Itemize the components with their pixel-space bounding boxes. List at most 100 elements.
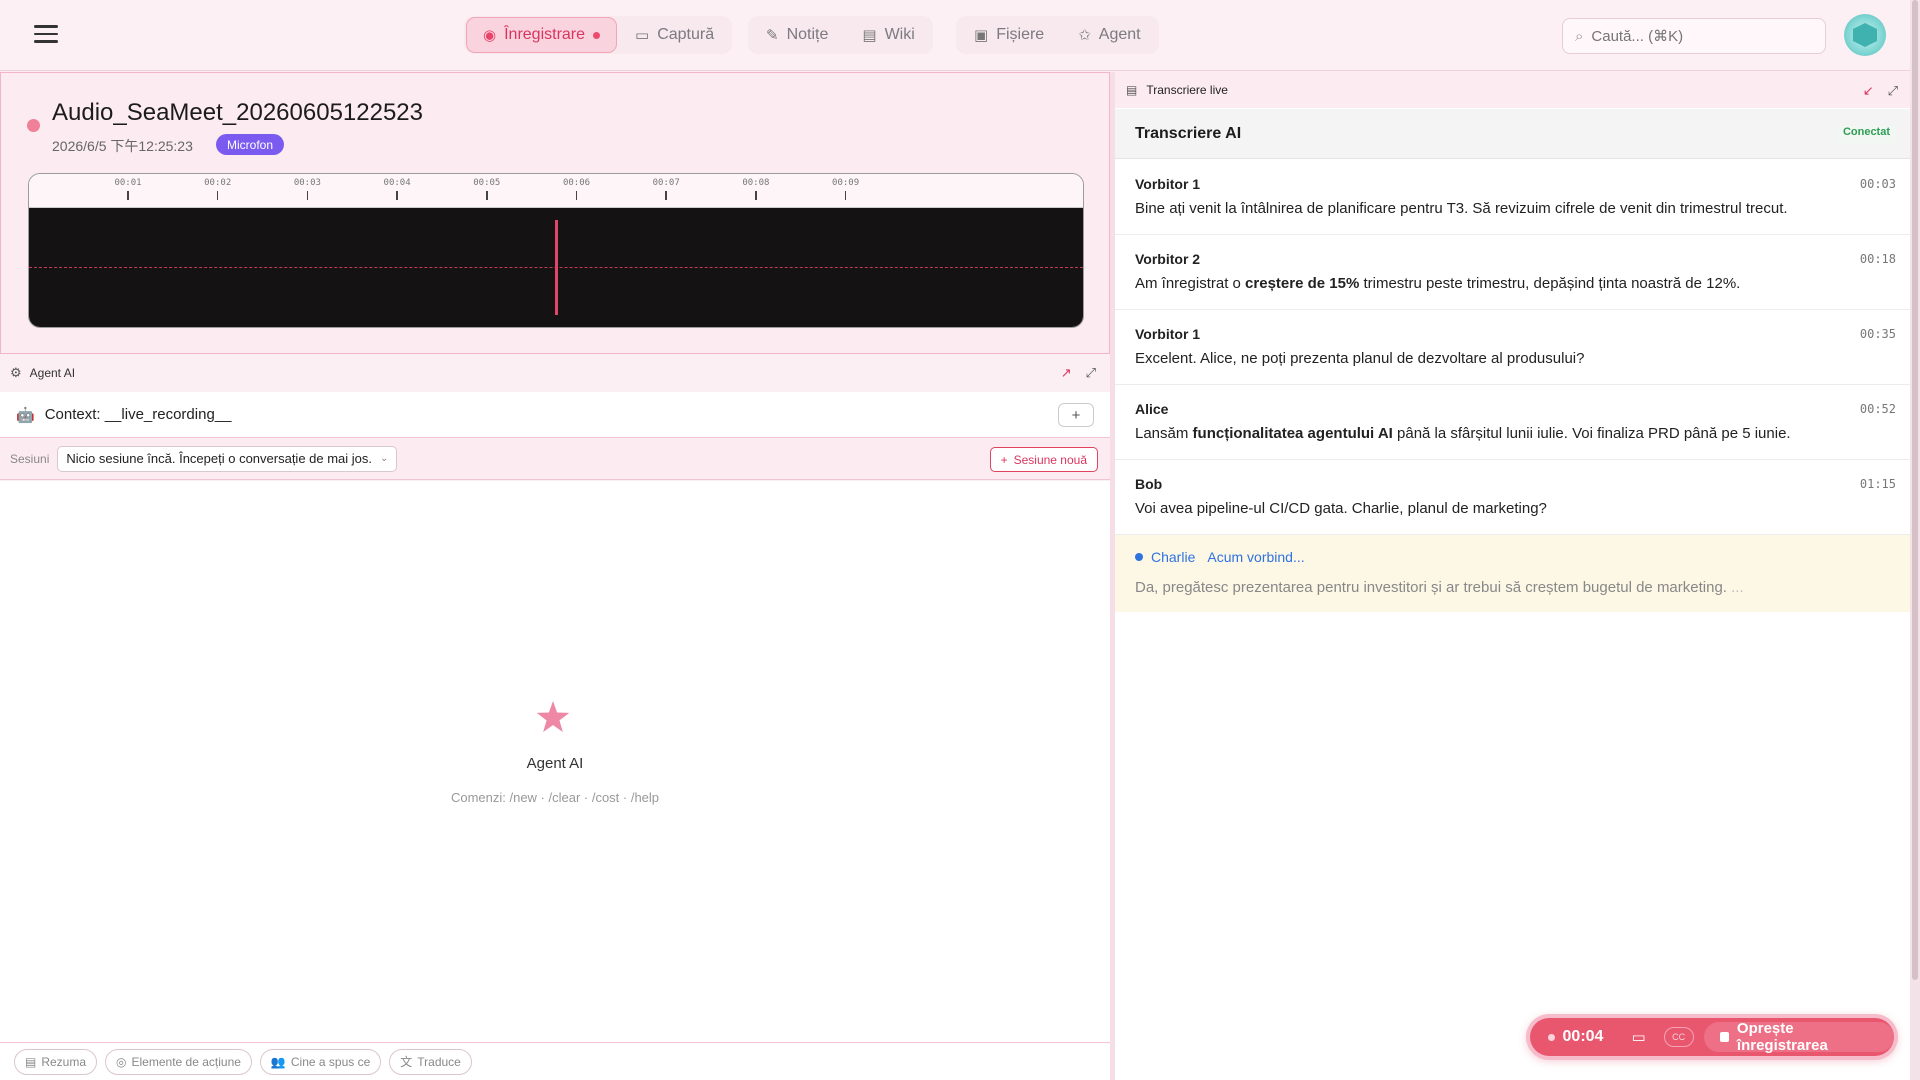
new-session-button[interactable]: + Sesiune nouă	[989, 447, 1098, 472]
transcript-panel-header: ▤ Transcriere live ↙ ⤢	[1115, 72, 1910, 108]
tab-files-label: Fișiere	[996, 26, 1045, 43]
summarize-button[interactable]: ▤ Rezuma	[14, 1048, 98, 1075]
waveform-timeline[interactable]: 00:01 00:02 00:03 00:04 00:05 00:06 00:07 00:08…	[28, 173, 1084, 328]
transcript-panel: ▤ Transcriere live ↙ ⤢ Transcriere AI Co…	[1115, 72, 1910, 1080]
transcript-icon: ▤	[1126, 83, 1138, 97]
live-text-content: Da, pregătesc prezentarea pentru investi…	[1135, 579, 1727, 596]
tab-wiki[interactable]: ▤ Wiki	[846, 17, 930, 53]
entry-timestamp: 00:03	[1859, 177, 1896, 191]
files-icon: ▣	[974, 27, 989, 44]
time-tick-label: 00:03	[293, 178, 321, 188]
minimize-icon[interactable]: ↙	[1863, 83, 1874, 99]
entry-timestamp: 00:52	[1859, 402, 1896, 416]
connection-status-badge: Conectat	[1836, 126, 1896, 144]
chevron-down-icon: ⌄	[380, 453, 389, 464]
time-tick-label: 00:08	[742, 178, 770, 188]
monitor-icon: ▭	[635, 27, 650, 44]
text-segment: până la sfârșitul lunii iulie. Voi final…	[1392, 425, 1791, 442]
time-tick-label: 00:06	[562, 178, 591, 188]
recording-dot	[1548, 1033, 1555, 1041]
entry-text: Voi avea pipeline-ul CI/CD gata. Charlie…	[1135, 500, 1890, 517]
tab-capture[interactable]: ▭ Captură	[619, 17, 730, 53]
tab-recording[interactable]: ◉ Înregistrare	[466, 17, 618, 53]
transcript-entry[interactable]: Alice 00:52 Lansăm funcționalitatea agentu…	[1115, 385, 1910, 460]
time-tick: 00:08	[726, 178, 786, 200]
live-speaker-name: Charlie	[1151, 549, 1196, 565]
agent-chat-area: Agent AI Comenzi: /new · /clear · /cost …	[0, 481, 1110, 1042]
time-tick: 00:05	[457, 178, 517, 200]
time-tick: 00:04	[367, 178, 427, 200]
speaking-dot	[1135, 553, 1143, 561]
app-logo-icon[interactable]	[1844, 14, 1886, 56]
text-segment: Lansăm	[1135, 425, 1193, 442]
time-tick-label: 00:04	[383, 178, 411, 188]
stop-recording-label: Oprește înregistrarea	[1736, 1020, 1828, 1054]
document-icon: ▤	[25, 1054, 37, 1069]
stop-recording-button[interactable]: Oprește înregistrarea	[1703, 1020, 1894, 1054]
transcript-entry[interactable]: Vorbitor 2 00:18 Am înregistrat o creștere…	[1115, 235, 1910, 310]
action-items-button[interactable]: ◎ Elemente de acțiune	[105, 1048, 252, 1075]
note-icon: ✎	[766, 27, 779, 44]
plus-icon: +	[1000, 452, 1008, 467]
transcript-entry[interactable]: Vorbitor 1 00:35 Excelent. Alice, ne poți …	[1115, 310, 1910, 385]
who-said-what-button[interactable]: 👥 Cine a spus ce	[259, 1048, 382, 1075]
time-tick: 00:06	[547, 178, 607, 200]
add-context-button[interactable]: +	[1058, 403, 1094, 427]
agent-panel-header: ⚙ Agent AI ↗ ⤢	[0, 355, 1110, 391]
speaker-name: Vorbitor 1	[1135, 176, 1201, 192]
tick-mark	[306, 191, 309, 200]
page-scrollbar[interactable]	[1910, 0, 1920, 1080]
text-segment: Excelent. Alice, ne poți prezenta planul…	[1135, 350, 1585, 367]
scrollbar-thumb[interactable]	[1912, 0, 1918, 980]
ai-transcript-title: Transcriere AI	[1135, 124, 1242, 142]
search-box[interactable]: ⌕	[1562, 18, 1826, 54]
nav-group-record: ◉ Înregistrare ▭ Captură	[464, 16, 733, 54]
sessions-label: Sesiuni	[10, 451, 50, 466]
tab-files[interactable]: ▣ Fișiere	[958, 17, 1060, 53]
tick-mark	[127, 191, 129, 200]
nav-group-files: ▣ Fișiere ✩ Agent	[956, 16, 1159, 54]
speaking-status: Acum vorbind...	[1207, 549, 1305, 565]
agent-icon: ✩	[1078, 27, 1091, 44]
popout-icon[interactable]: ↗	[1061, 365, 1072, 381]
speaker-name: Vorbitor 1	[1135, 326, 1201, 342]
agent-empty-title: Agent AI	[526, 755, 584, 772]
time-tick-label: 00:09	[832, 178, 860, 188]
tick-mark	[486, 191, 488, 200]
expand-icon[interactable]: ⤢	[1888, 83, 1898, 99]
speaker-name: Vorbitor 2	[1135, 251, 1201, 267]
time-tick: 00:02	[188, 178, 248, 200]
time-tick-label: 00:02	[204, 178, 232, 188]
summarize-label: Rezuma	[41, 1054, 87, 1069]
translate-label: Traduce	[417, 1054, 461, 1069]
entry-text: Bine ați venit la întâlnirea de planific…	[1135, 200, 1890, 217]
screen-icon[interactable]: ▭	[1631, 1028, 1645, 1046]
new-session-label: Sesiune nouă	[1013, 452, 1087, 467]
top-bar: ◉ Înregistrare ▭ Captură ✎ Notițe ▤ Wiki…	[0, 0, 1920, 71]
playhead[interactable]	[555, 220, 558, 315]
waveform-canvas[interactable]	[29, 208, 1083, 327]
recording-date: 2026/6/5 下午12:25:23	[52, 138, 193, 154]
expand-icon[interactable]: ⤢	[1086, 365, 1096, 381]
search-input[interactable]	[1591, 27, 1792, 45]
people-icon: 👥	[270, 1054, 286, 1069]
menu-icon[interactable]	[34, 25, 58, 45]
captions-button[interactable]: CC	[1663, 1027, 1694, 1047]
entry-timestamp: 01:15	[1859, 477, 1896, 491]
live-dot	[593, 31, 601, 39]
transcript-entry[interactable]: Vorbitor 1 00:03 Bine ați venit la întâlni…	[1115, 160, 1910, 235]
transcript-entry[interactable]: Bob 01:15 Voi avea pipeline-ul CI/CD gata.…	[1115, 460, 1910, 535]
tab-agent[interactable]: ✩ Agent	[1062, 17, 1156, 53]
highlighted-text: funcționalitatea agentului AI	[1192, 425, 1393, 442]
translate-button[interactable]: 文 Traduce	[389, 1048, 472, 1075]
agent-panel-title: Agent AI	[29, 366, 76, 380]
who-said-what-label: Cine a spus ce	[290, 1054, 371, 1069]
speaker-name: Bob	[1135, 476, 1163, 492]
tick-mark	[844, 191, 847, 200]
session-select[interactable]: Nicio sesiune încă. Începeți o conversaț…	[57, 445, 398, 472]
robot-icon: 🤖	[16, 406, 35, 424]
entry-text: Excelent. Alice, ne poți prezenta planul…	[1135, 350, 1890, 367]
time-ruler: 00:01 00:02 00:03 00:04 00:05 00:06 00:07 00:08…	[29, 174, 1083, 208]
tab-notes[interactable]: ✎ Notițe	[750, 17, 844, 53]
entry-text: Lansăm funcționalitatea agentului AI pân…	[1135, 425, 1890, 442]
